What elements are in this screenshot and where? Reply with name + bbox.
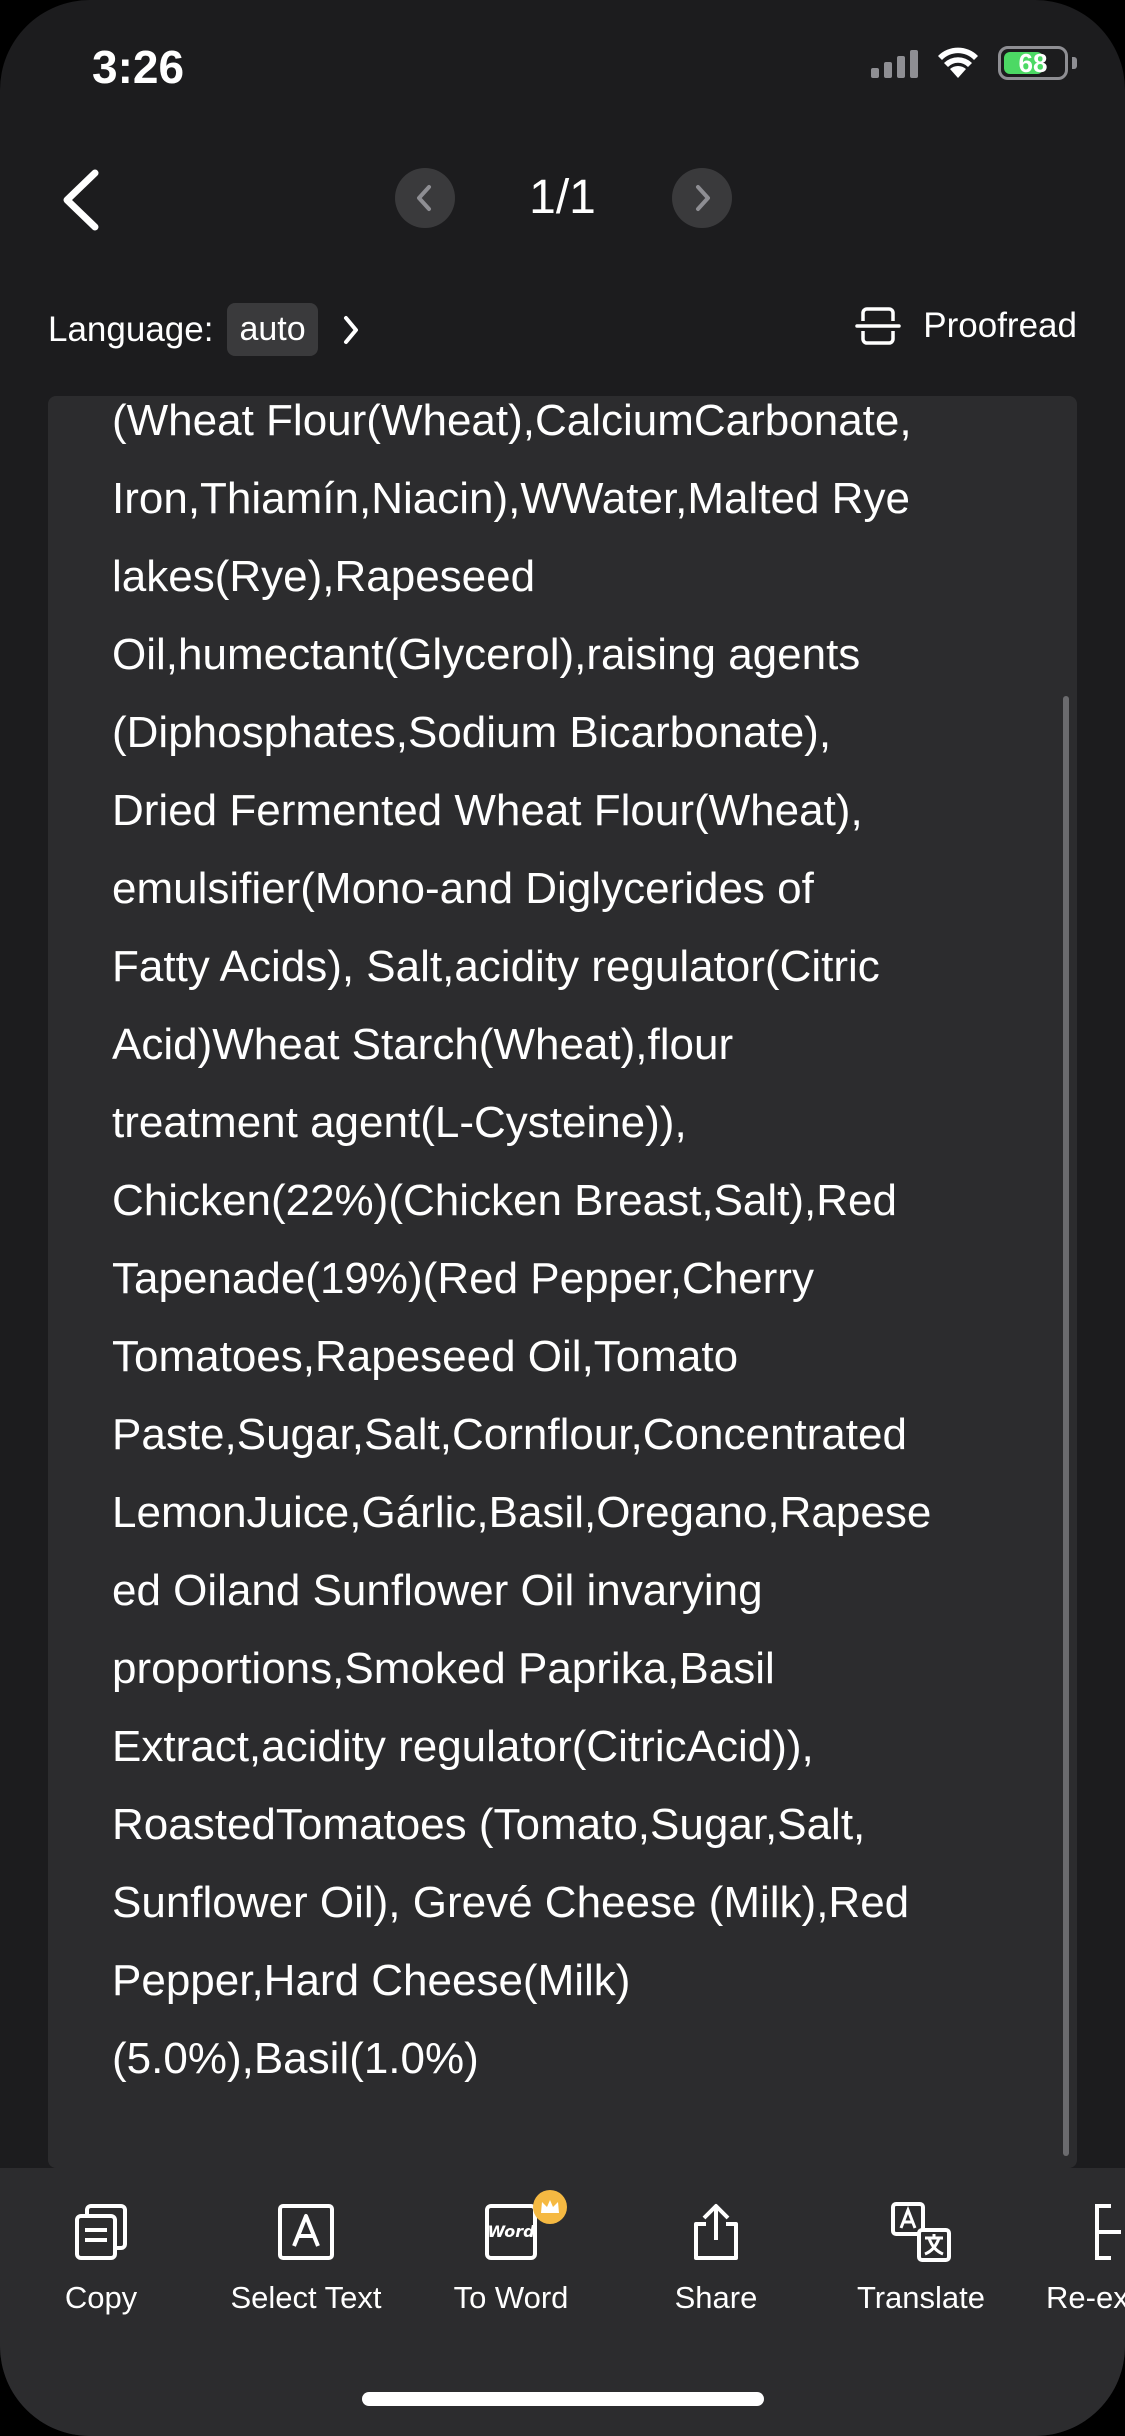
share-label: Share: [674, 2280, 758, 2315]
translate-icon: [891, 2202, 951, 2262]
share-icon: [694, 2204, 738, 2260]
battery-cap: [1072, 57, 1077, 69]
re-extract-label: Re-ex: [1046, 2280, 1125, 2315]
copy-icon: [75, 2204, 127, 2260]
status-icons: 68: [871, 46, 1077, 80]
language-selector[interactable]: Language: auto: [48, 303, 364, 356]
page-indicator: 1/1: [529, 171, 596, 224]
select-text-button[interactable]: Select Text: [206, 2200, 406, 2316]
copy-button[interactable]: Copy: [1, 2200, 201, 2316]
share-button[interactable]: Share: [616, 2200, 816, 2316]
re-extract-icon: [1095, 2204, 1121, 2260]
premium-crown-icon: [533, 2190, 567, 2224]
proofread-label: Proofread: [923, 306, 1077, 345]
proofread-scan-icon: [855, 307, 902, 345]
language-label: Language:: [48, 309, 214, 349]
status-time: 3:26: [92, 41, 185, 93]
previous-page-button[interactable]: [395, 168, 455, 228]
chevron-left-icon: [63, 169, 99, 231]
home-indicator[interactable]: [362, 2392, 764, 2406]
word-icon-text: Word: [487, 2222, 535, 2241]
next-page-button[interactable]: [672, 168, 732, 228]
battery-icon: 68: [998, 46, 1068, 80]
screen: 3:26 68 1/1 Language: auto Proofread (Wh…: [0, 0, 1125, 2436]
wifi-icon: [938, 47, 978, 78]
ocr-text-panel[interactable]: (Wheat Flour(Wheat),CalciumCarbonate, Ir…: [48, 396, 1077, 2168]
chevron-right-icon: [696, 185, 710, 211]
select-text-icon: [278, 2204, 334, 2260]
translate-label: Translate: [856, 2280, 986, 2315]
language-value[interactable]: auto: [227, 303, 318, 356]
re-extract-button[interactable]: Re-ex: [1026, 2200, 1125, 2316]
back-button[interactable]: [55, 165, 115, 235]
translate-button[interactable]: Translate: [821, 2200, 1021, 2316]
chevron-left-icon: [417, 185, 431, 211]
select-text-label: Select Text: [230, 2280, 382, 2315]
scrollbar[interactable]: [1063, 696, 1069, 2156]
copy-label: Copy: [64, 2280, 138, 2315]
cellular-signal-icon: [871, 48, 918, 78]
to-word-button[interactable]: Word To Word: [411, 2190, 611, 2316]
ocr-result-text[interactable]: (Wheat Flour(Wheat),CalciumCarbonate, Ir…: [112, 396, 1052, 2098]
chevron-right-icon: [343, 315, 358, 344]
proofread-button[interactable]: Proofread: [855, 303, 1077, 349]
battery-percent: 68: [1018, 47, 1048, 78]
to-word-label: To Word: [453, 2280, 569, 2315]
